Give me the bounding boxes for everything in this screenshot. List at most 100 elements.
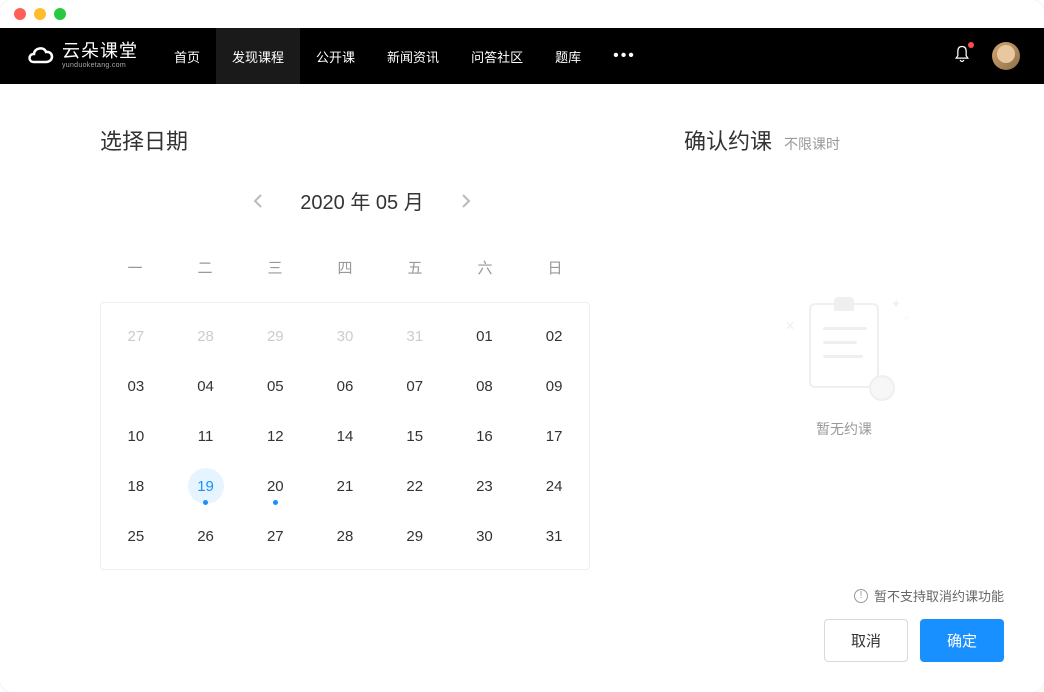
day-number: 25: [128, 528, 145, 545]
days-container: 2728293031010203040506070809101112141516…: [100, 302, 590, 570]
weekday-4: 五: [380, 245, 450, 290]
weekday-5: 六: [450, 245, 520, 290]
calendar-day[interactable]: 12: [240, 411, 310, 461]
weekday-0: 一: [100, 245, 170, 290]
calendar-day: 31: [380, 311, 450, 361]
calendar-day[interactable]: 15: [380, 411, 450, 461]
day-number: 01: [476, 328, 493, 345]
cloud-logo-icon: [24, 40, 56, 72]
nav-item-2[interactable]: 公开课: [300, 28, 371, 84]
calendar-day[interactable]: 28: [310, 511, 380, 561]
calendar-day[interactable]: 11: [171, 411, 241, 461]
calendar-day[interactable]: 21: [310, 461, 380, 511]
day-number: 31: [406, 328, 423, 345]
day-number: 07: [406, 378, 423, 395]
nav-item-3[interactable]: 新闻资讯: [371, 28, 455, 84]
calendar-day[interactable]: 14: [310, 411, 380, 461]
confirm-button[interactable]: 确定: [920, 619, 1004, 662]
calendar-day: 28: [171, 311, 241, 361]
calendar-day[interactable]: 18: [101, 461, 171, 511]
day-number: 28: [337, 528, 354, 545]
logo-main-text: 云朵课堂: [62, 42, 138, 62]
calendar-grid: 一二三四五六日 27282930310102030405060708091011…: [100, 245, 590, 570]
calendar-day[interactable]: 03: [101, 361, 171, 411]
day-number: 21: [337, 478, 354, 495]
calendar-day[interactable]: 19: [171, 461, 241, 511]
close-window-button[interactable]: [14, 8, 26, 20]
calendar-day[interactable]: 02: [519, 311, 589, 361]
calendar-day[interactable]: 25: [101, 511, 171, 561]
calendar-day: 29: [240, 311, 310, 361]
weekday-6: 日: [520, 245, 590, 290]
day-number: 06: [337, 378, 354, 395]
nav-item-4[interactable]: 问答社区: [455, 28, 539, 84]
cancel-unsupported-warning: ! 暂不支持取消约课功能: [684, 586, 1004, 605]
day-number: 22: [406, 478, 423, 495]
app-window: 云朵课堂 yunduoketang.com 首页发现课程公开课新闻资讯问答社区题…: [0, 0, 1044, 692]
nav-item-5[interactable]: 题库: [539, 28, 597, 84]
calendar-day[interactable]: 04: [171, 361, 241, 411]
day-number: 29: [406, 528, 423, 545]
calendar-day[interactable]: 07: [380, 361, 450, 411]
calendar-day[interactable]: 16: [450, 411, 520, 461]
window-titlebar: [0, 0, 1044, 28]
calendar-day[interactable]: 20: [240, 461, 310, 511]
calendar-day[interactable]: 29: [380, 511, 450, 561]
calendar-day[interactable]: 09: [519, 361, 589, 411]
calendar-day[interactable]: 30: [450, 511, 520, 561]
weekday-2: 三: [240, 245, 310, 290]
nav-items-container: 首页发现课程公开课新闻资讯问答社区题库: [158, 28, 597, 84]
day-number: 31: [546, 528, 563, 545]
day-number: 02: [546, 328, 563, 345]
day-number: 16: [476, 428, 493, 445]
day-number: 30: [476, 528, 493, 545]
calendar-day[interactable]: 22: [380, 461, 450, 511]
day-number: 27: [128, 328, 145, 345]
top-navbar: 云朵课堂 yunduoketang.com 首页发现课程公开课新闻资讯问答社区题…: [0, 28, 1044, 84]
nav-more-button[interactable]: •••: [597, 47, 652, 65]
calendar-day[interactable]: 23: [450, 461, 520, 511]
nav-item-0[interactable]: 首页: [158, 28, 216, 84]
calendar-day[interactable]: 08: [450, 361, 520, 411]
day-number: 08: [476, 378, 493, 395]
cancel-button[interactable]: 取消: [824, 619, 908, 662]
next-month-button[interactable]: [454, 189, 478, 213]
event-dot-indicator: [203, 500, 208, 505]
weekday-1: 二: [170, 245, 240, 290]
day-number: 17: [546, 428, 563, 445]
month-selector: 2020 年 05 月: [100, 186, 624, 215]
calendar-day[interactable]: 26: [171, 511, 241, 561]
empty-booking-state: ✕ ✦ ○ 暂无约课: [684, 146, 1004, 586]
day-number: 14: [337, 428, 354, 445]
day-number: 12: [267, 428, 284, 445]
calendar-day[interactable]: 06: [310, 361, 380, 411]
prev-month-button[interactable]: [246, 189, 270, 213]
calendar-day[interactable]: 10: [101, 411, 171, 461]
notifications-button[interactable]: [952, 44, 972, 69]
app-logo[interactable]: 云朵课堂 yunduoketang.com: [24, 40, 138, 72]
calendar-day[interactable]: 05: [240, 361, 310, 411]
chevron-right-icon: [461, 193, 471, 209]
warning-text: 暂不支持取消约课功能: [874, 586, 1004, 605]
weekday-header-row: 一二三四五六日: [100, 245, 590, 290]
day-number: 15: [406, 428, 423, 445]
calendar-day[interactable]: 01: [450, 311, 520, 361]
day-number: 05: [267, 378, 284, 395]
date-picker-panel: 选择日期 2020 年 05 月 一二三四五六日 272829303101020…: [0, 84, 684, 692]
day-number: 10: [128, 428, 145, 445]
day-number: 09: [546, 378, 563, 395]
maximize-window-button[interactable]: [54, 8, 66, 20]
calendar-day[interactable]: 31: [519, 511, 589, 561]
calendar-day[interactable]: 24: [519, 461, 589, 511]
calendar-day[interactable]: 27: [240, 511, 310, 561]
day-number: 24: [546, 478, 563, 495]
date-picker-title: 选择日期: [100, 124, 624, 156]
user-avatar[interactable]: [992, 42, 1020, 70]
nav-item-1[interactable]: 发现课程: [216, 28, 300, 84]
info-icon: !: [854, 589, 868, 603]
logo-sub-text: yunduoketang.com: [62, 62, 138, 70]
clipboard-illustration: ✕ ✦ ○: [779, 293, 909, 403]
minimize-window-button[interactable]: [34, 8, 46, 20]
calendar-day[interactable]: 17: [519, 411, 589, 461]
day-number: 20: [267, 478, 284, 495]
